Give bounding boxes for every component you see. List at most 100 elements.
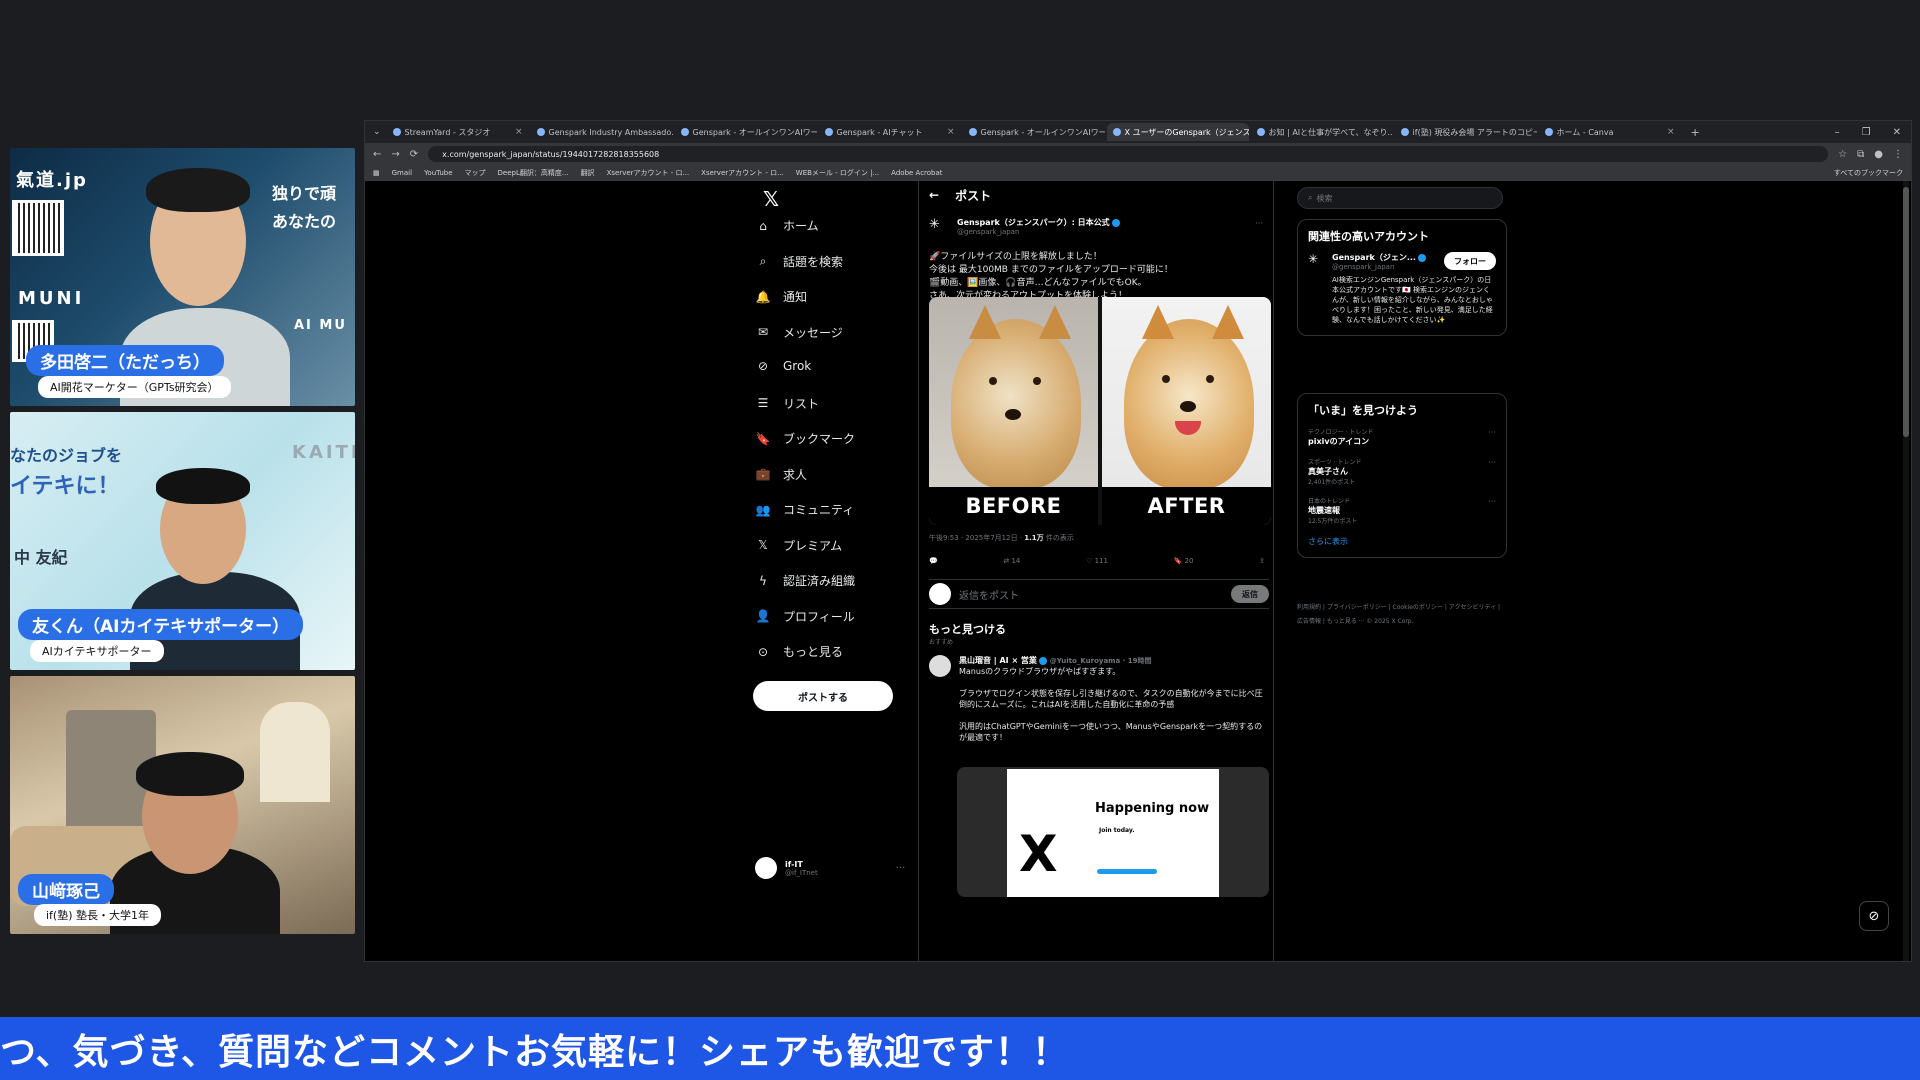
retweet-button[interactable]: ⇄ 14 xyxy=(1003,557,1020,565)
bookmark-item[interactable]: Xserverアカウント - ロ... xyxy=(701,168,784,178)
reply-icon[interactable]: 💬 xyxy=(929,557,938,565)
tab-search-icon[interactable]: ⌄ xyxy=(369,127,385,137)
more-icon[interactable]: ··· xyxy=(1255,219,1263,228)
show-more-link[interactable]: さらに表示 xyxy=(1298,530,1506,557)
more-icon[interactable]: ··· xyxy=(1488,497,1496,506)
more-icon[interactable]: ··· xyxy=(1488,458,1496,467)
recommended-tweet[interactable]: 黒山瑠音 | AI × 営業 @Yuito_Kuroyama · 19時間 Ma… xyxy=(929,655,1269,743)
browser-tab[interactable]: StreamYard - スタジオ × xyxy=(387,123,529,141)
nav-item-1[interactable]: ⌕ 話題を検索 xyxy=(755,253,843,270)
close-icon[interactable]: × xyxy=(947,127,955,137)
post-button[interactable]: ポストする xyxy=(753,681,893,711)
nav-item-11[interactable]: 👤 プロフィール xyxy=(755,608,855,625)
browser-tab[interactable]: X ユーザーのGenspark（ジェンスパ...× xyxy=(1106,123,1249,141)
grok-icon[interactable]: ⊘ xyxy=(1859,901,1889,931)
follow-button[interactable]: フォロー xyxy=(1444,252,1496,270)
reload-icon[interactable]: ⟳ xyxy=(410,149,418,160)
browser-tab[interactable]: お知 | AIと仕事が学べて、なぞり...× xyxy=(1251,123,1393,141)
account-bio: AI検索エンジンGenspark（ジェンスパーク）の日本公式アカウントです🇯🇵 … xyxy=(1332,276,1493,324)
tab-strip: ⌄ StreamYard - スタジオ × Genspark Industry Am… xyxy=(365,121,1911,143)
browser-tab[interactable]: Genspark - AIチャット × xyxy=(819,123,961,141)
page-scrollbar[interactable] xyxy=(1903,181,1909,961)
back-arrow-icon[interactable]: ← xyxy=(929,188,939,202)
nav-item-6[interactable]: 🔖 ブックマーク xyxy=(755,430,856,447)
search-input[interactable]: ⌕ 検索 xyxy=(1297,187,1503,209)
avatar xyxy=(929,655,951,677)
bookmark-item[interactable]: Adobe Acrobat xyxy=(891,169,942,177)
cam-bg-text: なたのジョブを xyxy=(10,446,123,465)
x-logo-icon[interactable]: 𝕏 xyxy=(763,187,779,211)
favicon-icon xyxy=(968,128,977,136)
suggested-account[interactable]: ✳ Genspark（ジェン... @genspark_japan フォロー xyxy=(1298,248,1506,275)
like-button[interactable]: ♡ 111 xyxy=(1086,557,1108,565)
nav-item-0[interactable]: ⌂ ホーム xyxy=(755,217,818,234)
url-field[interactable]: x.com/genspark_japan/status/194401728281… xyxy=(428,146,1829,162)
bookmark-item[interactable]: 翻訳 xyxy=(581,168,595,178)
tweet-actions: 💬 ⇄ 14 ♡ 111 🔖 20 ⇪ xyxy=(929,557,1265,565)
headset-icon xyxy=(136,752,244,796)
trend-item[interactable]: 日本のトレンド 地震速報 12.5万件のポスト ··· xyxy=(1298,491,1506,530)
browser-tab[interactable]: if(塾) 現役み会場 アラートのコピー× xyxy=(1395,123,1537,141)
nav-item-4[interactable]: ⊘ Grok xyxy=(755,359,811,373)
nav-item-8[interactable]: 👥 コミュニティ xyxy=(755,501,855,518)
share-icon[interactable]: ⇪ xyxy=(1259,557,1265,565)
bookmark-item[interactable]: WEBメール - ログイン |... xyxy=(796,168,879,178)
bookmark-item[interactable]: Gmail xyxy=(392,169,412,177)
close-icon[interactable]: × xyxy=(515,127,523,137)
trend-item[interactable]: テクノロジー · トレンド pixivのアイコン ··· xyxy=(1298,422,1506,452)
reply-button[interactable]: 返信 xyxy=(1231,585,1269,603)
tweet-author-handle: @Yuito_Kuroyama · 19時間 xyxy=(1049,657,1152,665)
close-icon[interactable]: ✕ xyxy=(1893,127,1901,138)
bookmark-star-icon[interactable]: ☆ xyxy=(1838,149,1847,160)
cam-bg-text: 中 友紀 xyxy=(14,548,68,567)
tweet-image[interactable]: BEFORE AFTER xyxy=(929,297,1271,525)
tweet-author[interactable]: ✳ Genspark（ジェンスパーク）: 日本公式 @genspark_japa… xyxy=(929,217,1120,237)
bookmark-item[interactable]: マップ xyxy=(465,168,486,178)
extensions-icon[interactable]: ⧉ xyxy=(1857,149,1864,160)
x-page: 𝕏 ポストする if-IT @if_ITnet ··· ⌂ ホーム ⌕ 話題を検索 🔔 通… xyxy=(365,181,1911,961)
browser-tab[interactable]: ホーム - Canva × xyxy=(1539,123,1681,141)
nav-item-5[interactable]: ☰ リスト xyxy=(755,395,819,412)
nav-item-12[interactable]: ⊙ もっと見る xyxy=(755,643,843,660)
footer-links[interactable]: 利用規約 | プライバシーポリシー | Cookieのポリシー | アクセシビリ… xyxy=(1297,601,1507,629)
avatar xyxy=(755,857,777,879)
nav-item-9[interactable]: 𝕏 プレミアム xyxy=(755,537,842,554)
tweet-author-handle: @genspark_japan xyxy=(957,228,1020,236)
close-icon[interactable]: × xyxy=(1667,127,1675,137)
trends-panel: 「いま」を見つけよう テクノロジー · トレンド pixivのアイコン ··· スポー… xyxy=(1297,393,1507,558)
minimize-icon[interactable]: – xyxy=(1835,127,1840,138)
reply-input[interactable]: 返信をポスト xyxy=(959,587,1223,602)
back-icon[interactable]: ← xyxy=(373,149,381,160)
bookmark-item[interactable]: YouTube xyxy=(424,169,452,177)
maximize-icon[interactable]: ❐ xyxy=(1862,127,1871,138)
participant-role-tag: AI開花マーケター（GPTs研究会） xyxy=(38,376,231,398)
menu-icon[interactable]: ⋮ xyxy=(1893,149,1903,160)
apps-icon[interactable]: ▦ xyxy=(373,169,380,177)
view-count: 1.1万 xyxy=(1024,534,1044,542)
forward-icon[interactable]: → xyxy=(391,149,399,160)
nav-item-2[interactable]: 🔔 通知 xyxy=(755,288,808,305)
profile-icon[interactable]: ● xyxy=(1874,149,1883,160)
tweet-image[interactable]: X Happening now Join today. xyxy=(957,767,1269,897)
nav-item-10[interactable]: ϟ 認証済み組織 xyxy=(755,572,855,589)
more-icon[interactable]: ··· xyxy=(1488,428,1496,437)
bookmark-button[interactable]: 🔖 20 xyxy=(1174,557,1194,565)
all-bookmarks[interactable]: すべてのブックマーク xyxy=(1834,168,1903,178)
browser-tab[interactable]: Genspark - オールインワンAIワーク...× xyxy=(963,123,1105,141)
window-image xyxy=(260,702,330,802)
panel-title: 関連性の高いアカウント xyxy=(1308,230,1429,243)
new-tab-icon[interactable]: + xyxy=(1683,126,1708,139)
nav-item-7[interactable]: 💼 求人 xyxy=(755,466,808,483)
more-icon[interactable]: ··· xyxy=(896,863,906,874)
bookmark-item[interactable]: Xserverアカウント - ロ... xyxy=(607,168,690,178)
signup-bar xyxy=(1097,869,1157,874)
trend-item[interactable]: スポーツ · トレンド 真美子さん 2,401件のポスト ··· xyxy=(1298,452,1506,491)
home-icon: ⌂ xyxy=(759,218,767,233)
account-switcher[interactable]: if-IT @if_ITnet ··· xyxy=(755,857,905,879)
nav-item-3[interactable]: ✉ メッセージ xyxy=(755,324,843,341)
search-icon: ⌕ xyxy=(759,253,767,268)
browser-tab[interactable]: Genspark Industry Ambassado...× xyxy=(531,123,673,141)
browser-tab[interactable]: Genspark - オールインワンAIワーク...× xyxy=(675,123,817,141)
bookmark-item[interactable]: DeepL翻訳：高精度... xyxy=(498,168,569,178)
genspark-logo-icon: ✳ xyxy=(1308,252,1319,266)
